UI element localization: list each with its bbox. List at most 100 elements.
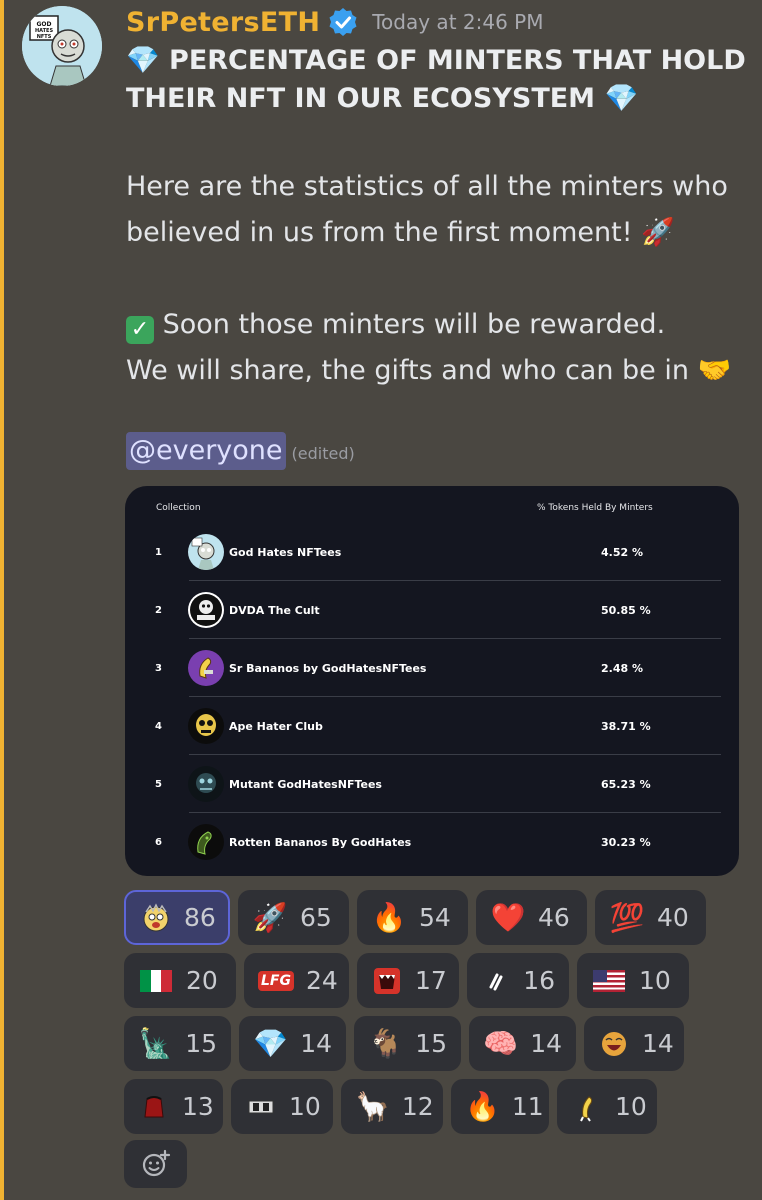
reaction-button[interactable]: 10 (557, 1079, 657, 1134)
dancing-banana-icon (571, 1089, 603, 1125)
row-rank: 3 (155, 663, 162, 674)
collection-percentage: 65.23 % (601, 778, 651, 791)
paragraph-line: Here are the statistics of all the minte… (126, 171, 728, 202)
reaction-button[interactable]: 16 (467, 953, 569, 1008)
reaction-count: 15 (185, 1029, 217, 1058)
reaction-row: 20 LFG 24 17 16 10 (124, 953, 689, 1008)
reaction-button[interactable]: ❤️ 46 (476, 890, 587, 945)
reaction-button[interactable]: 🔥 11 (451, 1079, 549, 1134)
fire-icon: 🔥 (371, 901, 407, 934)
message-paragraph: Here are the statistics of all the minte… (126, 164, 728, 256)
mutant-logo-icon (188, 766, 224, 802)
rocket-icon: 🚀 (641, 217, 675, 248)
svg-text:NFTS: NFTS (37, 34, 52, 40)
reaction-button[interactable]: 🚀 65 (238, 890, 349, 945)
reaction-button[interactable]: 💎 14 (239, 1016, 346, 1071)
row-rank: 4 (155, 721, 162, 732)
reaction-button[interactable]: 13 (124, 1079, 223, 1134)
reaction-row: 🗽 15 💎 14 🐐 15 🧠 14 14 (124, 1016, 684, 1071)
reaction-count: 24 (305, 966, 338, 995)
collection-name: Sr Bananos by GodHatesNFTees (229, 662, 427, 675)
lightning-icon (481, 963, 511, 999)
shocked-face-icon (140, 900, 172, 936)
collection-percentage: 30.23 % (601, 836, 651, 849)
god-hates-logo-icon (188, 534, 224, 570)
lfg-icon: LFG (258, 963, 294, 999)
reaction-count: 14 (530, 1029, 562, 1058)
message-title: 💎 PERCENTAGE OF MINTERS THAT HOLD THEIR … (126, 42, 756, 118)
goat-icon: 🐐 (368, 1027, 404, 1060)
reaction-count: 11 (511, 1092, 544, 1121)
reaction-button[interactable]: 🗽 15 (124, 1016, 231, 1071)
everyone-mention[interactable]: @everyone (126, 432, 286, 470)
add-reaction-button[interactable] (124, 1140, 187, 1188)
reaction-count: 14 (642, 1029, 674, 1058)
collection-percentage: 38.71 % (601, 720, 651, 733)
reaction-count: 46 (538, 903, 570, 932)
reaction-button[interactable]: 10 (231, 1079, 333, 1134)
reaction-button[interactable]: 🧠 14 (469, 1016, 576, 1071)
highlight-accent-bar (0, 0, 4, 1200)
reaction-count: 65 (300, 903, 332, 932)
heart-icon: ❤️ (490, 901, 526, 934)
paragraph-line-wrap: ✓ Soon those minters will be rewarded. (126, 302, 731, 348)
fire-icon: 🔥 (465, 1090, 500, 1123)
paragraph-line-wrap: believed in us from the first moment! 🚀 (126, 210, 728, 256)
reaction-count: 54 (419, 903, 451, 932)
collection-percentage: 2.48 % (601, 662, 643, 675)
sticker-icon (245, 1089, 277, 1125)
reaction-count: 86 (184, 903, 216, 932)
reaction-button[interactable]: 14 (584, 1016, 684, 1071)
reaction-button[interactable]: 86 (124, 890, 230, 945)
reaction-button[interactable]: 17 (357, 953, 459, 1008)
svg-text:GOD: GOD (36, 21, 51, 28)
reaction-button[interactable]: 🔥 54 (357, 890, 468, 945)
avatar[interactable]: GOD HATES NFTS (22, 6, 102, 86)
reaction-count: 10 (639, 966, 671, 995)
row-rank: 1 (155, 547, 162, 558)
title-text: PERCENTAGE OF MINTERS THAT HOLD THEIR NF… (126, 45, 746, 114)
table-row: 2 DVDA The Cult 50.85 % (155, 581, 721, 639)
add-emoji-icon (142, 1149, 170, 1177)
username[interactable]: SrPetersETH (126, 7, 320, 38)
screaming-mouth-icon (371, 963, 403, 999)
reaction-count: 16 (523, 966, 555, 995)
reaction-row: 13 10 🦙 12 🔥 11 10 (124, 1079, 657, 1134)
collection-name: Ape Hater Club (229, 720, 323, 733)
dvda-logo-icon (188, 592, 224, 628)
lfg-label: LFG (258, 970, 294, 991)
table-row: 3 Sr Bananos by GodHatesNFTees 2.48 % (155, 639, 721, 697)
sr-bananos-logo-icon (188, 650, 224, 686)
paragraph-line-wrap: We will share, the gifts and who can be … (126, 348, 731, 394)
mention-row: @everyone (edited) (126, 432, 355, 470)
table-row: 4 Ape Hater Club 38.71 % (155, 697, 721, 755)
paragraph-line: We will share, the gifts and who can be … (126, 355, 689, 386)
reaction-button[interactable]: LFG 24 (244, 953, 349, 1008)
paragraph-line: believed in us from the first moment! (126, 217, 633, 248)
table-row: 1 God Hates NFTees 4.52 % (155, 523, 721, 581)
rocket-icon: 🚀 (252, 901, 288, 934)
table-row: 6 Rotten Bananos By GodHates 30.23 % (155, 813, 721, 871)
reaction-count: 15 (415, 1029, 447, 1058)
edited-label: (edited) (291, 444, 355, 463)
collection-name: Rotten Bananos By GodHates (229, 836, 412, 849)
llama-icon: 🦙 (355, 1090, 390, 1123)
verified-badge-icon (329, 8, 357, 36)
italy-flag-icon (138, 963, 174, 999)
reaction-count: 10 (615, 1092, 647, 1121)
collection-name: DVDA The Cult (229, 604, 320, 617)
reaction-button[interactable]: 🦙 12 (341, 1079, 443, 1134)
diamond-hand-icon: 💎 (604, 83, 639, 114)
reaction-button[interactable]: 🐐 15 (354, 1016, 461, 1071)
avatar-image: GOD HATES NFTS (22, 6, 102, 86)
reaction-button[interactable]: 10 (577, 953, 689, 1008)
reaction-button[interactable]: 💯 40 (595, 890, 706, 945)
header-collection: Collection (156, 503, 201, 513)
stats-table-image[interactable]: Collection % Tokens Held By Minters 1 Go… (125, 486, 739, 876)
reaction-count: 10 (289, 1092, 321, 1121)
red-hat-icon (138, 1089, 170, 1125)
ape-hater-logo-icon (188, 708, 224, 744)
collection-percentage: 50.85 % (601, 604, 651, 617)
paragraph-line: Soon those minters will be rewarded. (162, 309, 666, 340)
reaction-button[interactable]: 20 (124, 953, 236, 1008)
